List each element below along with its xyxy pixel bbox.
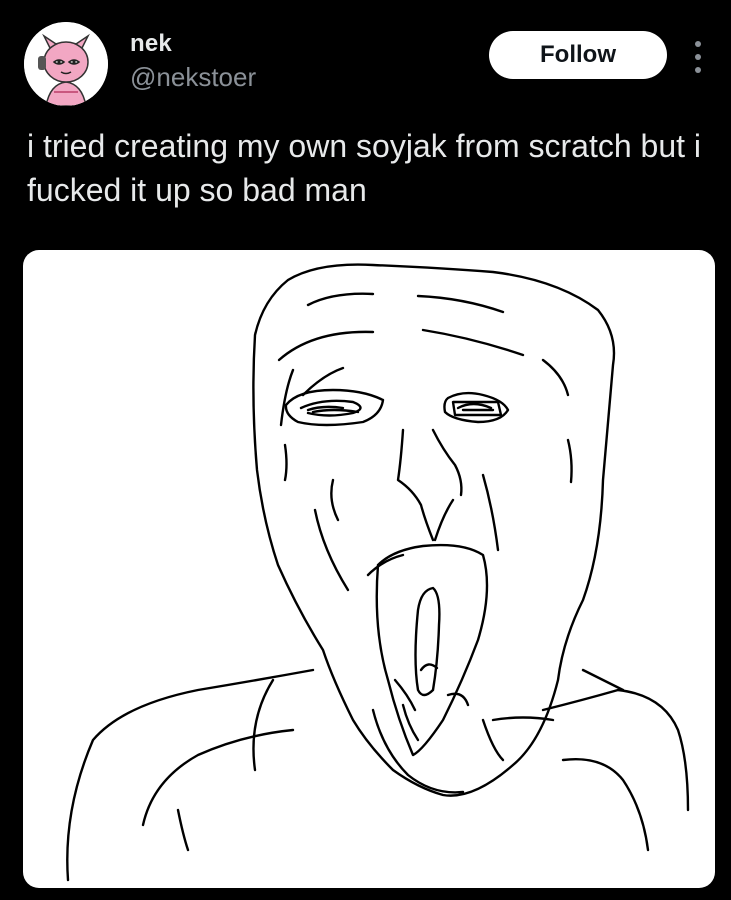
pink-character-avatar-icon bbox=[24, 22, 108, 106]
tweet-media-image[interactable] bbox=[23, 250, 715, 888]
soyjak-drawing bbox=[66, 263, 690, 882]
author-handle[interactable]: @nekstoer bbox=[130, 62, 256, 93]
author-display-name[interactable]: nek bbox=[130, 30, 172, 58]
tweet-header: nek @nekstoer Follow bbox=[0, 0, 731, 110]
vertical-ellipsis-icon[interactable] bbox=[688, 38, 708, 76]
avatar[interactable] bbox=[24, 22, 108, 106]
follow-button[interactable]: Follow bbox=[489, 31, 667, 79]
tweet-text: i tried creating my own soyjak from scra… bbox=[27, 128, 702, 208]
